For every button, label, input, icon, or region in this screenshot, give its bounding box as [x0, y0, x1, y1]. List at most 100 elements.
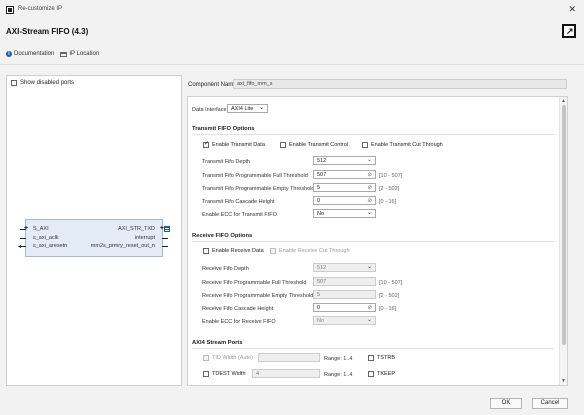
- vertical-scrollbar[interactable]: ▲ ▼: [559, 97, 567, 385]
- port-pin: [162, 238, 168, 239]
- data-interface-select[interactable]: AXI4 Lite ⌄: [227, 104, 268, 113]
- enable-receive-cut-through-checkbox[interactable]: [270, 248, 276, 254]
- tkeep-checkbox[interactable]: [368, 371, 374, 377]
- show-disabled-ports-label: Show disabled ports: [20, 80, 75, 86]
- config-panel: Data Interface AXI4 Lite ⌄ Transmit FIFO…: [187, 96, 568, 386]
- window-title: Re-customize IP: [18, 6, 63, 12]
- tdest-width-value: 4: [256, 371, 260, 377]
- enable-transmit-cut-through-toggle[interactable]: Enable Transmit Cut Through: [362, 142, 443, 148]
- documentation-link[interactable]: i Documentation: [6, 51, 54, 57]
- tstrb-toggle[interactable]: TSTRB: [368, 355, 395, 361]
- tkeep-toggle[interactable]: TKEEP: [368, 371, 395, 377]
- transmit-depth-select[interactable]: 512 ⌄: [313, 156, 376, 165]
- receive-full-threshold-field[interactable]: 507: [313, 277, 376, 286]
- transmit-ecc-select[interactable]: No ⌄: [313, 209, 376, 218]
- ok-button[interactable]: OK: [490, 398, 522, 409]
- chevron-down-icon: ⌄: [258, 105, 264, 111]
- receive-empty-threshold-value: 5: [317, 292, 321, 298]
- ip-location-label: IP Location: [69, 51, 100, 57]
- ip-location-link[interactable]: IP Location: [60, 51, 99, 57]
- transmit-cascade-height-value: 0: [317, 198, 321, 204]
- port-interrupt: interrupt: [134, 235, 155, 241]
- chevron-down-icon: ⌄: [366, 317, 372, 323]
- receive-full-threshold-value: 507: [317, 279, 327, 285]
- reset-arrow-icon: ◂: [18, 244, 22, 250]
- port-pin: [162, 246, 168, 247]
- component-name-label: Component Name: [188, 82, 237, 88]
- receive-full-threshold-range: [10 - 507]: [379, 280, 403, 286]
- enable-transmit-data-toggle[interactable]: Enable Transmit Data: [203, 141, 265, 148]
- tid-width-field[interactable]: [258, 353, 320, 362]
- ip-title: AXI-Stream FIFO (4.3): [6, 27, 89, 36]
- component-name-field[interactable]: [233, 79, 567, 89]
- tdest-width-field[interactable]: 4: [252, 369, 320, 378]
- scroll-down-icon[interactable]: ▼: [561, 378, 566, 384]
- port-s-axi: S_AXI: [33, 226, 49, 232]
- transmit-ecc-label: Enable ECC for Transmit FIFO: [202, 212, 277, 218]
- tdest-width-range: Range: 1..4: [324, 372, 353, 378]
- tid-width-toggle[interactable]: TID Width (Auto): [203, 355, 253, 361]
- documentation-label: Documentation: [14, 51, 55, 57]
- receive-cascade-height-label: Receive Fifo Cascade Height: [202, 306, 274, 312]
- receive-depth-value: 512: [317, 265, 327, 271]
- receive-cascade-height-value: 0: [317, 305, 321, 311]
- scroll-up-icon[interactable]: ▲: [561, 98, 566, 104]
- transmit-ecc-value: No: [317, 211, 325, 217]
- transmit-full-threshold-field[interactable]: 507 ⊘: [313, 170, 376, 179]
- enable-transmit-cut-through-checkbox[interactable]: [362, 142, 368, 148]
- tid-width-label: TID Width (Auto): [212, 355, 253, 361]
- enable-receive-data-label: Enable Receive Data: [212, 248, 264, 254]
- enable-receive-cut-through-toggle[interactable]: Enable Receive Cut Through: [270, 248, 350, 254]
- enable-transmit-cut-through-label: Enable Transmit Cut Through: [371, 142, 443, 148]
- enable-transmit-control-toggle[interactable]: Enable Transmit Control: [280, 142, 348, 148]
- tid-width-checkbox[interactable]: [203, 355, 209, 361]
- chevron-down-icon: ⌄: [366, 157, 372, 163]
- enable-transmit-control-checkbox[interactable]: [280, 142, 286, 148]
- enable-transmit-control-label: Enable Transmit Control: [289, 142, 348, 148]
- reset-icon[interactable]: ⊘: [367, 185, 372, 191]
- tdest-width-toggle[interactable]: TDEST Width: [203, 371, 246, 377]
- section-divider: [192, 348, 554, 349]
- tstrb-checkbox[interactable]: [368, 355, 374, 361]
- data-interface-label: Data Interface: [192, 107, 227, 113]
- ip-block-symbol: + S_AXI s_axi_aclk ◂ s_axi_aresetn AXI_S…: [18, 219, 170, 257]
- amd-logo-icon: ↗: [562, 24, 576, 38]
- transmit-cascade-height-field[interactable]: 0 ⊘: [313, 196, 376, 205]
- folder-icon: [60, 51, 68, 57]
- reset-icon[interactable]: ⊘: [367, 198, 372, 204]
- scrollbar-thumb[interactable]: [562, 105, 566, 345]
- show-disabled-ports-toggle[interactable]: Show disabled ports: [11, 80, 74, 86]
- axi4-stream-section-title: AXI4 Stream Ports: [192, 340, 243, 346]
- reset-icon[interactable]: ⊘: [367, 305, 372, 311]
- transmit-depth-value: 512: [317, 158, 327, 164]
- receive-ecc-select[interactable]: No ⌄: [313, 316, 376, 325]
- tdest-width-label: TDEST Width: [212, 371, 246, 377]
- receive-depth-select[interactable]: 512 ⌄: [313, 263, 376, 272]
- app-icon: [6, 6, 14, 14]
- symbol-panel: Show disabled ports + S_AXI s_axi_aclk ◂…: [6, 75, 182, 386]
- enable-receive-data-toggle[interactable]: Enable Receive Data: [203, 248, 264, 254]
- info-icon: i: [6, 51, 12, 57]
- cancel-button[interactable]: Cancel: [532, 398, 568, 409]
- transmit-empty-threshold-field[interactable]: 5 ⊘: [313, 183, 376, 192]
- receive-empty-threshold-field[interactable]: 5: [313, 290, 376, 299]
- link-bar: i Documentation IP Location: [6, 51, 99, 57]
- receive-cascade-height-range: [0 - 16]: [379, 306, 397, 312]
- receive-cascade-height-field[interactable]: 0 ⊘: [313, 303, 376, 312]
- enable-receive-cut-through-label: Enable Receive Cut Through: [279, 248, 350, 254]
- enable-transmit-data-checkbox[interactable]: [203, 141, 209, 148]
- receive-empty-threshold-label: Receive Fifo Programmable Empty Threshol…: [202, 293, 314, 299]
- window-titlebar: Re-customize IP ✕: [0, 0, 584, 20]
- transmit-section-title: Transmit FIFO Options: [192, 126, 255, 132]
- data-interface-value: AXI4 Lite: [231, 106, 254, 112]
- reset-icon[interactable]: ⊘: [367, 172, 372, 178]
- port-mm2s-prmry-reset-out-n: mm2s_prmry_reset_out_n: [90, 243, 155, 249]
- transmit-empty-threshold-label: Transmit Fifo Programmable Empty Thresho…: [202, 186, 315, 192]
- tdest-width-checkbox[interactable]: [203, 371, 209, 377]
- enable-receive-data-checkbox[interactable]: [203, 248, 209, 254]
- transmit-depth-label: Transmit Fifo Depth: [202, 159, 251, 165]
- show-disabled-ports-checkbox[interactable]: [11, 80, 17, 86]
- close-icon[interactable]: ✕: [568, 4, 576, 15]
- receive-depth-label: Receive Fifo Depth: [202, 266, 249, 272]
- port-s-axi-aclk: s_axi_aclk: [33, 235, 59, 241]
